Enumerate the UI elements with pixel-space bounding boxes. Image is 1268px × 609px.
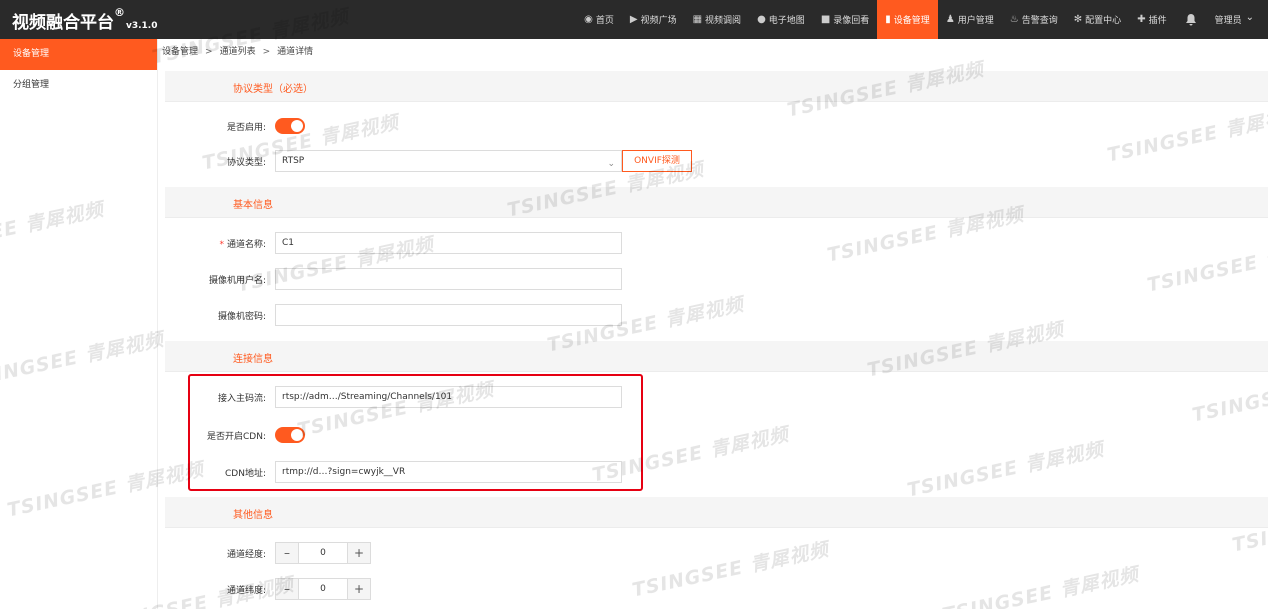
- latitude-label: 通道纬度:: [226, 586, 266, 596]
- camera-username-label: 摄像机用户名:: [208, 276, 266, 286]
- cdn-enable-toggle[interactable]: [275, 427, 305, 443]
- user-icon: ♟: [945, 14, 955, 25]
- main-stream-row: 接入主码流: rtsp://adm…/Streaming/Channels/10…: [158, 386, 658, 408]
- device-icon: ▮: [885, 14, 891, 25]
- camera-username-row: 摄像机用户名:: [158, 268, 658, 290]
- nav-label: 录像回看: [833, 16, 870, 26]
- camera-password-input[interactable]: [275, 304, 622, 326]
- app-title: 视频融合平台: [12, 13, 114, 33]
- user-name: 管理员: [1214, 16, 1242, 26]
- gear-icon: ✻: [1073, 14, 1083, 25]
- registered-mark: ®: [114, 6, 125, 19]
- top-navbar: 视频融合平台®v3.1.0 ◉ 首页 ▶ 视频广场 ▦ 视频调阅 ● 电子地图 ■ 录像回…: [0, 0, 1268, 39]
- nav-label: 插件: [1148, 16, 1167, 26]
- breadcrumb-item[interactable]: 设备管理: [162, 47, 198, 57]
- nav-user-management[interactable]: ♟ 用户管理: [938, 0, 1002, 39]
- section-title: 其他信息: [233, 510, 273, 521]
- dashboard-icon: ◉: [584, 14, 593, 25]
- breadcrumb-separator: >: [262, 47, 271, 57]
- cdn-url-input[interactable]: rtmp://d…?sign=cwyjk__VR: [275, 461, 622, 483]
- latitude-row: 通道纬度: – 0 +: [158, 578, 658, 600]
- latitude-stepper: – 0 +: [275, 578, 371, 600]
- enable-toggle[interactable]: [275, 118, 305, 134]
- longitude-stepper: – 0 +: [275, 542, 371, 564]
- nav-label: 告警查询: [1021, 16, 1058, 26]
- longitude-increment-button[interactable]: +: [348, 543, 370, 563]
- app-version: v3.1.0: [126, 21, 158, 31]
- latitude-decrement-button[interactable]: –: [276, 579, 298, 599]
- chevron-down-icon: ⌄: [607, 159, 615, 169]
- nav-device-management[interactable]: ▮ 设备管理: [877, 0, 938, 39]
- enable-row: 是否启用:: [158, 115, 658, 137]
- section-title: 协议类型（必选）: [233, 84, 313, 95]
- user-menu[interactable]: 管理员 ⌄: [1211, 0, 1268, 39]
- nav-label: 视频广场: [640, 16, 677, 26]
- channel-name-label-text: 通道名称:: [226, 240, 266, 250]
- sidebar-item-group-management[interactable]: 分组管理: [0, 70, 157, 101]
- section-title: 基本信息: [233, 200, 273, 211]
- chevron-down-icon: ⌄: [1245, 12, 1254, 23]
- map-pin-icon: ●: [757, 14, 766, 25]
- breadcrumb-separator: >: [205, 47, 213, 57]
- nav-home[interactable]: ◉ 首页: [576, 0, 622, 39]
- nav-label: 用户管理: [957, 16, 994, 26]
- nav-video-browse[interactable]: ▦ 视频调阅: [685, 0, 749, 39]
- section-header-basic: 基本信息: [165, 187, 1268, 218]
- main-stream-label: 接入主码流:: [217, 394, 266, 404]
- cdn-url-label: CDN地址:: [225, 469, 266, 479]
- latitude-value[interactable]: 0: [298, 579, 348, 599]
- nav-label: 首页: [595, 16, 614, 26]
- camera-password-row: 摄像机密码:: [158, 304, 658, 326]
- nav-label: 电子地图: [768, 16, 805, 26]
- nav-map[interactable]: ● 电子地图: [749, 0, 813, 39]
- nav-playback[interactable]: ■ 录像回看: [813, 0, 877, 39]
- main-nav: ◉ 首页 ▶ 视频广场 ▦ 视频调阅 ● 电子地图 ■ 录像回看 ▮ 设备管理 ♟ 用户管理 …: [576, 0, 1268, 39]
- longitude-decrement-button[interactable]: –: [276, 543, 298, 563]
- bell-icon[interactable]: [1175, 0, 1211, 39]
- channel-name-row: * 通道名称: C1: [158, 232, 658, 254]
- required-mark: *: [219, 240, 224, 250]
- enable-label: 是否启用:: [226, 123, 266, 133]
- nav-config-center[interactable]: ✻ 配置中心: [1066, 0, 1129, 39]
- protocol-type-value: RTSP: [282, 156, 305, 166]
- nav-label: 视频调阅: [705, 16, 742, 26]
- camera-password-label: 摄像机密码:: [217, 312, 266, 322]
- longitude-label: 通道经度:: [226, 550, 266, 560]
- section-title: 连接信息: [233, 354, 273, 365]
- camera-username-input[interactable]: [275, 268, 622, 290]
- section-header-protocol: 协议类型（必选）: [165, 71, 1268, 102]
- main-content: 设备管理 > 通道列表 > 通道详情 协议类型（必选） 是否启用: 协议类型: RTSP…: [158, 39, 1268, 609]
- breadcrumb: 设备管理 > 通道列表 > 通道详情: [158, 39, 1268, 66]
- video-camera-icon: ■: [820, 14, 831, 25]
- play-circle-icon: ▶: [629, 14, 638, 25]
- latitude-increment-button[interactable]: +: [348, 579, 370, 599]
- protocol-type-select[interactable]: RTSP ⌄: [275, 150, 622, 172]
- sidebar-item-device-management[interactable]: 设备管理: [0, 39, 157, 70]
- sidebar: 设备管理 分组管理: [0, 39, 158, 609]
- alarm-icon: ♨: [1009, 14, 1019, 25]
- protocol-type-label: 协议类型:: [226, 158, 266, 168]
- protocol-type-row: 协议类型: RTSP ⌄ ONVIF探测: [158, 150, 758, 172]
- app-logo[interactable]: 视频融合平台®v3.1.0: [12, 6, 158, 33]
- nav-video-square[interactable]: ▶ 视频广场: [622, 0, 685, 39]
- cdn-enable-label: 是否开启CDN:: [207, 432, 266, 442]
- breadcrumb-current: 通道详情: [277, 47, 314, 57]
- main-stream-input[interactable]: rtsp://adm…/Streaming/Channels/101: [275, 386, 622, 408]
- cdn-url-row: CDN地址: rtmp://d…?sign=cwyjk__VR: [158, 461, 658, 483]
- section-header-connection: 连接信息: [165, 341, 1268, 372]
- nav-plugins[interactable]: ✚ 插件: [1129, 0, 1174, 39]
- breadcrumb-item[interactable]: 通道列表: [220, 47, 256, 57]
- grid-icon: ▦: [692, 14, 703, 25]
- nav-label: 设备管理: [893, 16, 930, 26]
- nav-label: 配置中心: [1085, 16, 1122, 26]
- puzzle-icon: ✚: [1137, 14, 1146, 25]
- channel-name-input[interactable]: C1: [275, 232, 622, 254]
- nav-alarm-query[interactable]: ♨ 告警查询: [1002, 0, 1066, 39]
- section-header-other: 其他信息: [165, 497, 1268, 528]
- onvif-probe-button[interactable]: ONVIF探测: [622, 150, 692, 172]
- cdn-enable-row: 是否开启CDN:: [158, 424, 658, 446]
- channel-name-label: * 通道名称:: [219, 237, 266, 250]
- longitude-row: 通道经度: – 0 +: [158, 542, 658, 564]
- longitude-value[interactable]: 0: [298, 543, 348, 563]
